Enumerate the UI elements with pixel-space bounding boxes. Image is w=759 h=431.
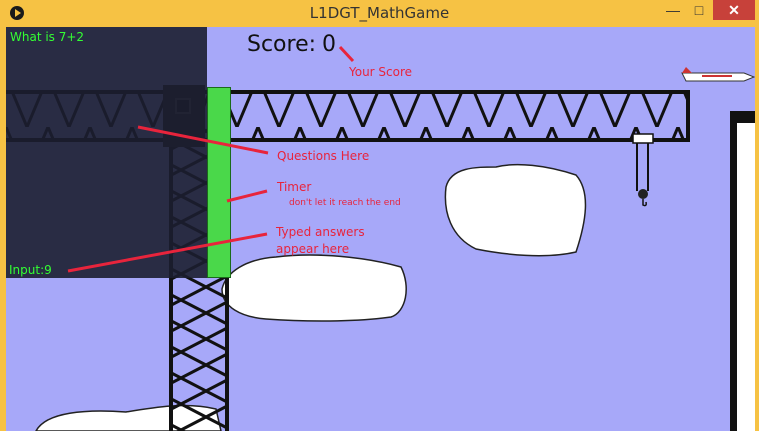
minimize-button[interactable]: — — [660, 0, 686, 20]
annotation-line — [137, 125, 269, 155]
annotation-typed-answers-line1: Typed answers — [276, 225, 365, 239]
annotation-arrows — [67, 45, 355, 273]
window-title: L1DGT_MathGame — [309, 4, 450, 22]
annotation-line — [226, 189, 268, 203]
close-button[interactable]: ✕ — [713, 0, 755, 20]
annotation-timer: Timer — [277, 180, 312, 194]
annotation-your-score: Your Score — [349, 65, 413, 79]
maximize-button[interactable]: □ — [686, 0, 712, 20]
annotation-line — [67, 232, 268, 273]
annotation-line — [338, 45, 355, 63]
annotation-questions-here: Questions Here — [277, 149, 370, 163]
annotation-typed-answers-line2: appear here — [276, 242, 350, 256]
game-canvas[interactable]: What is 7+2 Input:9 Score: 0 Your Score Q… — [6, 27, 755, 431]
title-bar: L1DGT_MathGame — □ ✕ — [0, 0, 759, 27]
annotation-timer-note: don't let it reach the end — [289, 198, 401, 208]
